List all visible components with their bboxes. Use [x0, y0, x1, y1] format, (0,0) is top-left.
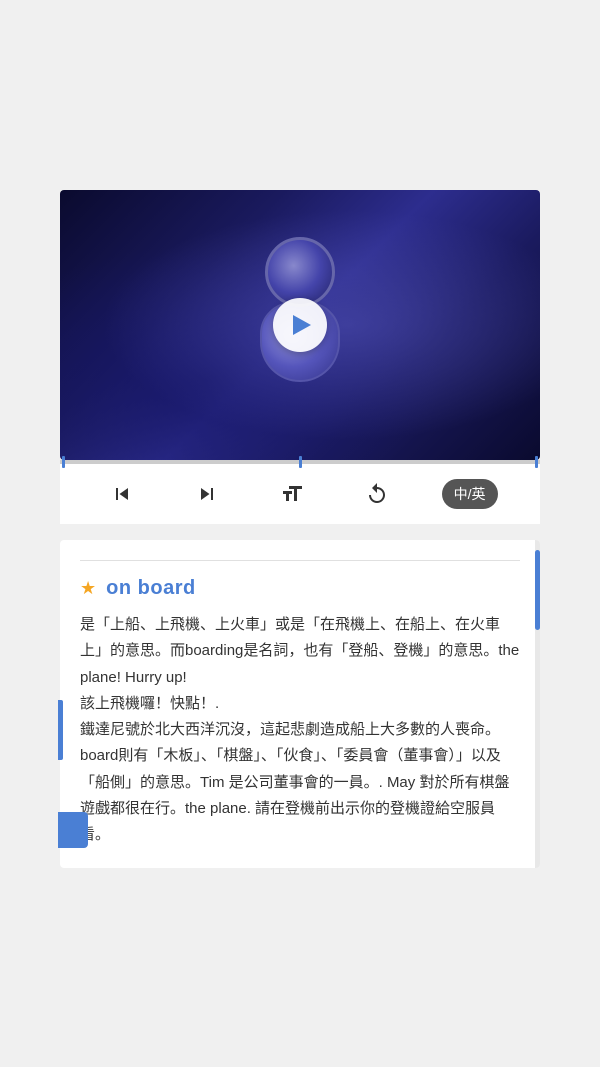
video-player[interactable]	[60, 190, 540, 460]
controls-bar: 中/英	[60, 464, 540, 524]
star-icon[interactable]: ★	[80, 578, 96, 599]
skip-forward-icon	[195, 482, 219, 506]
language-toggle-button[interactable]: 中/英	[442, 479, 498, 509]
marker-2	[299, 456, 302, 468]
skip-back-icon	[110, 482, 134, 506]
top-spacer	[0, 0, 600, 190]
left-accent-bar	[58, 700, 63, 760]
progress-markers	[60, 456, 540, 468]
word-definition-text: 是「上船、上飛機、上火車」或是「在飛機上、在船上、在火車上」的意思。而board…	[80, 612, 520, 848]
play-icon	[293, 315, 311, 335]
font-size-button[interactable]	[272, 474, 312, 514]
replay-icon	[365, 482, 389, 506]
scrollbar-thumb[interactable]	[535, 550, 540, 630]
word-definition-card: ★ on board 是「上船、上飛機、上火車」或是「在飛機上、在船上、在火車上…	[60, 540, 540, 868]
skip-forward-button[interactable]	[187, 474, 227, 514]
skip-back-button[interactable]	[102, 474, 142, 514]
font-size-icon	[280, 482, 304, 506]
video-progress-bar[interactable]	[60, 460, 540, 464]
astronaut-helmet	[265, 237, 335, 307]
scrollbar-track[interactable]	[535, 540, 540, 868]
bottom-accent-bar	[58, 812, 88, 848]
card-divider	[80, 560, 520, 561]
word-header: ★ on board	[80, 577, 520, 600]
word-title: on board	[106, 577, 196, 600]
page-container: 中/英 ★ on board 是「上船、上飛機、上火車」或是「在飛機上、在船上、…	[0, 0, 600, 1067]
marker-3	[535, 456, 538, 468]
replay-button[interactable]	[357, 474, 397, 514]
play-button[interactable]	[273, 298, 327, 352]
marker-1	[62, 456, 65, 468]
